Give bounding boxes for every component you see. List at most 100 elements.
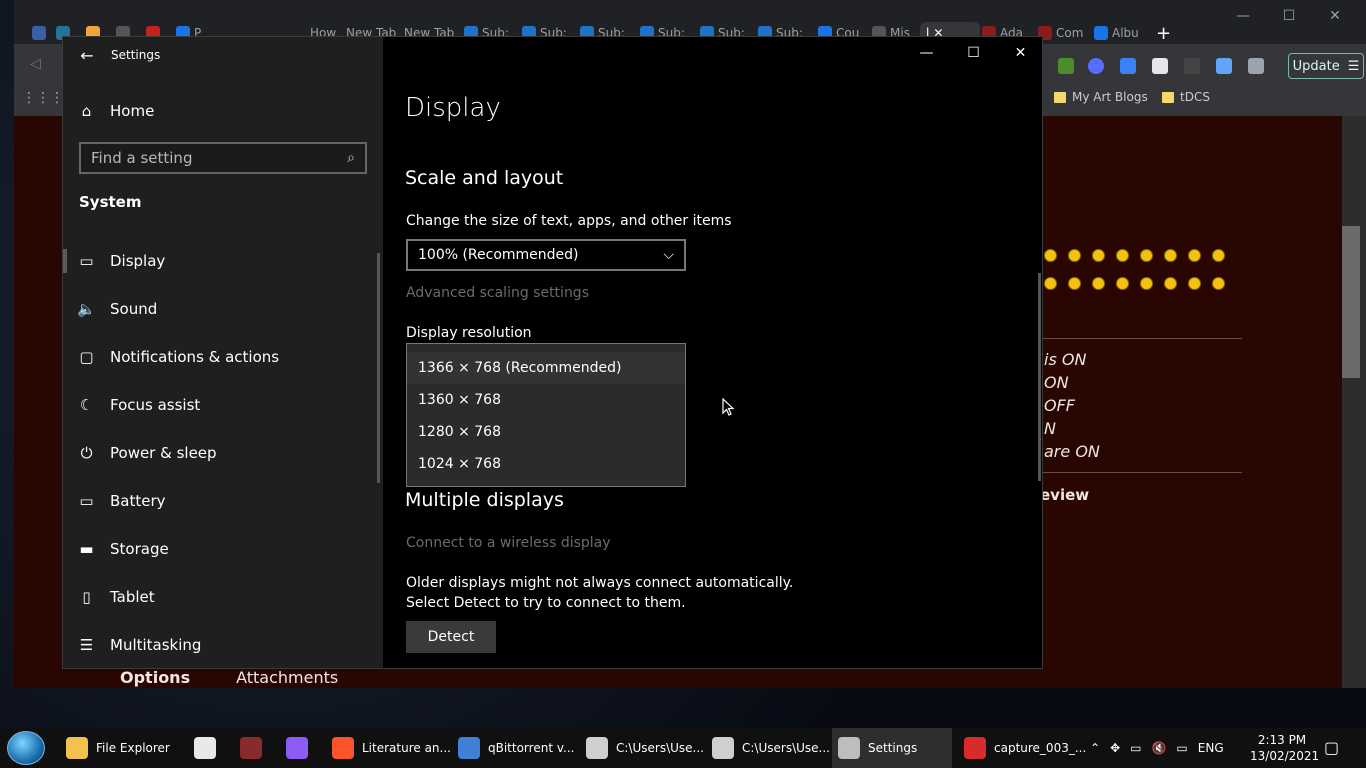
emoji-icon[interactable] (1116, 249, 1129, 262)
resolution-option[interactable]: 1024 × 768 (407, 448, 685, 480)
extension-icon[interactable] (1088, 58, 1104, 74)
browser-tab[interactable]: Albu (1094, 22, 1158, 44)
wireless-display-link[interactable]: Connect to a wireless display (406, 535, 611, 551)
browser-tab[interactable]: Com (1038, 22, 1098, 44)
app-icon (194, 737, 216, 759)
search-icon[interactable]: ⌕ (337, 150, 365, 166)
minimize-icon[interactable]: — (1228, 8, 1258, 24)
emoji-icon[interactable] (1092, 277, 1105, 290)
sidebar-item-power-sleep[interactable]: ⏻ Power & sleep (63, 433, 383, 473)
apps-icon[interactable]: ⋮⋮⋮ (22, 90, 64, 106)
maximize-icon[interactable]: ☐ (950, 37, 997, 69)
minimize-icon[interactable]: — (903, 37, 950, 69)
sidebar-item-battery[interactable]: ▭ Battery (63, 481, 383, 521)
scale-dropdown[interactable]: 100% (Recommended) ⌵ (406, 239, 686, 271)
extension-icon[interactable] (1184, 58, 1200, 74)
multitask-icon: ☰ (79, 636, 94, 654)
close-icon[interactable]: ✕ (997, 37, 1044, 69)
battery-icon: ▭ (79, 492, 94, 510)
emoji-icon[interactable] (1140, 277, 1153, 290)
resolution-option[interactable]: 1366 × 768 (Recommended) (407, 352, 685, 384)
notifications-icon[interactable]: ▢ (1324, 738, 1339, 757)
emoji-icon[interactable] (1116, 277, 1129, 290)
sidebar-item-storage[interactable]: ▬ Storage (63, 529, 383, 569)
start-button[interactable] (7, 731, 45, 765)
language-indicator[interactable]: ENG (1198, 741, 1224, 755)
content-scrollbar[interactable] (1038, 273, 1041, 481)
emoji-icon[interactable] (1164, 249, 1177, 262)
extension-icon[interactable] (1216, 58, 1232, 74)
chevron-up-icon[interactable]: ⌃ (1090, 741, 1100, 755)
search-input[interactable] (91, 149, 337, 167)
back-icon[interactable]: ◁ (30, 56, 41, 72)
back-arrow-icon[interactable]: ← (63, 46, 111, 65)
puzzle-icon[interactable] (1248, 58, 1264, 74)
taskbar-app[interactable]: C:\Users\Use... (706, 728, 830, 768)
emoji-icon[interactable] (1164, 277, 1177, 290)
taskbar-app-label: qBittorrent v... (488, 741, 575, 755)
emoji-icon[interactable] (1212, 249, 1225, 262)
extension-icon[interactable] (1058, 58, 1074, 74)
taskbar-app[interactable] (234, 728, 272, 768)
close-icon[interactable]: ✕ (1320, 8, 1350, 24)
review-heading[interactable]: eview (1040, 486, 1089, 504)
camera-icon[interactable] (1152, 58, 1168, 74)
options-tab[interactable]: Options (120, 668, 190, 687)
emoji-icon[interactable] (1044, 277, 1057, 290)
divider (1042, 338, 1242, 339)
sidebar-item-display[interactable]: ▭ Display (63, 241, 383, 281)
page-scrollbar[interactable] (1342, 116, 1366, 688)
sidebar-item-label: Storage (110, 540, 169, 558)
taskbar-app[interactable] (280, 728, 318, 768)
older-displays-text: Older displays might not always connect … (406, 575, 794, 611)
emoji-icon[interactable] (1140, 249, 1153, 262)
clock[interactable]: 2:13 PM 13/02/2021 (1250, 732, 1320, 764)
detect-button[interactable]: Detect (406, 621, 496, 653)
emoji-icon[interactable] (1188, 249, 1201, 262)
network-icon[interactable]: ▭ (1130, 741, 1141, 755)
chevron-down-icon: ⌵ (663, 247, 674, 263)
sidebar-item-tablet[interactable]: ▯ Tablet (63, 577, 383, 617)
attachments-tab[interactable]: Attachments (236, 668, 338, 687)
nav-home-label: Home (110, 102, 155, 120)
taskbar-app[interactable]: capture_003_... (958, 728, 1086, 768)
page-bottom-tabs: Options Attachments (120, 668, 338, 687)
sidebar-item-notifications-actions[interactable]: ▢ Notifications & actions (63, 337, 383, 377)
taskbar-app[interactable]: File Explorer (60, 728, 170, 768)
emoji-icon[interactable] (1044, 249, 1057, 262)
dropbox-icon[interactable]: ✥ (1110, 741, 1120, 755)
extension-icon[interactable] (1120, 58, 1136, 74)
maximize-icon[interactable]: ☐ (1274, 8, 1304, 24)
emoji-icon[interactable] (1188, 277, 1201, 290)
search-box[interactable]: ⌕ (79, 142, 367, 174)
app-icon (66, 737, 88, 759)
battery-icon[interactable]: ▭ (1176, 741, 1187, 755)
taskbar-app[interactable] (188, 728, 226, 768)
bookmark-folder[interactable]: My Art Blogs (1054, 90, 1148, 104)
emoji-icon[interactable] (1068, 249, 1081, 262)
emoji-icon[interactable] (1068, 277, 1081, 290)
bookmark-folder[interactable]: tDCS (1162, 90, 1210, 104)
nav-home[interactable]: ⌂ Home (63, 93, 383, 129)
taskbar-app[interactable]: qBittorrent v... (452, 728, 574, 768)
mute-icon[interactable]: 🔇 (1151, 741, 1166, 755)
sidebar-item-multitasking[interactable]: ☰ Multitasking (63, 625, 383, 665)
taskbar-app[interactable]: Settings (832, 728, 952, 768)
taskbar-app[interactable]: Literature an... (326, 728, 451, 768)
clock-time: 2:13 PM (1257, 733, 1307, 747)
sidebar-item-sound[interactable]: 🔈 Sound (63, 289, 383, 329)
divider (1042, 472, 1242, 473)
multiple-displays-heading: Multiple displays (405, 489, 564, 511)
browser-tab[interactable] (32, 22, 46, 44)
nav-scrollbar[interactable] (377, 253, 380, 483)
resolution-option[interactable]: 1280 × 768 (407, 416, 685, 448)
clock-date: 13/02/2021 (1250, 749, 1320, 763)
taskbar-app[interactable]: C:\Users\Use... (580, 728, 704, 768)
emoji-icon[interactable] (1092, 249, 1105, 262)
emoji-icon[interactable] (1212, 277, 1225, 290)
new-tab-icon[interactable]: + (1156, 22, 1178, 44)
sidebar-item-focus-assist[interactable]: ☾ Focus assist (63, 385, 383, 425)
resolution-option[interactable]: 1360 × 768 (407, 384, 685, 416)
update-button[interactable]: Update ☰ (1288, 53, 1364, 79)
advanced-scaling-link[interactable]: Advanced scaling settings (406, 285, 589, 301)
